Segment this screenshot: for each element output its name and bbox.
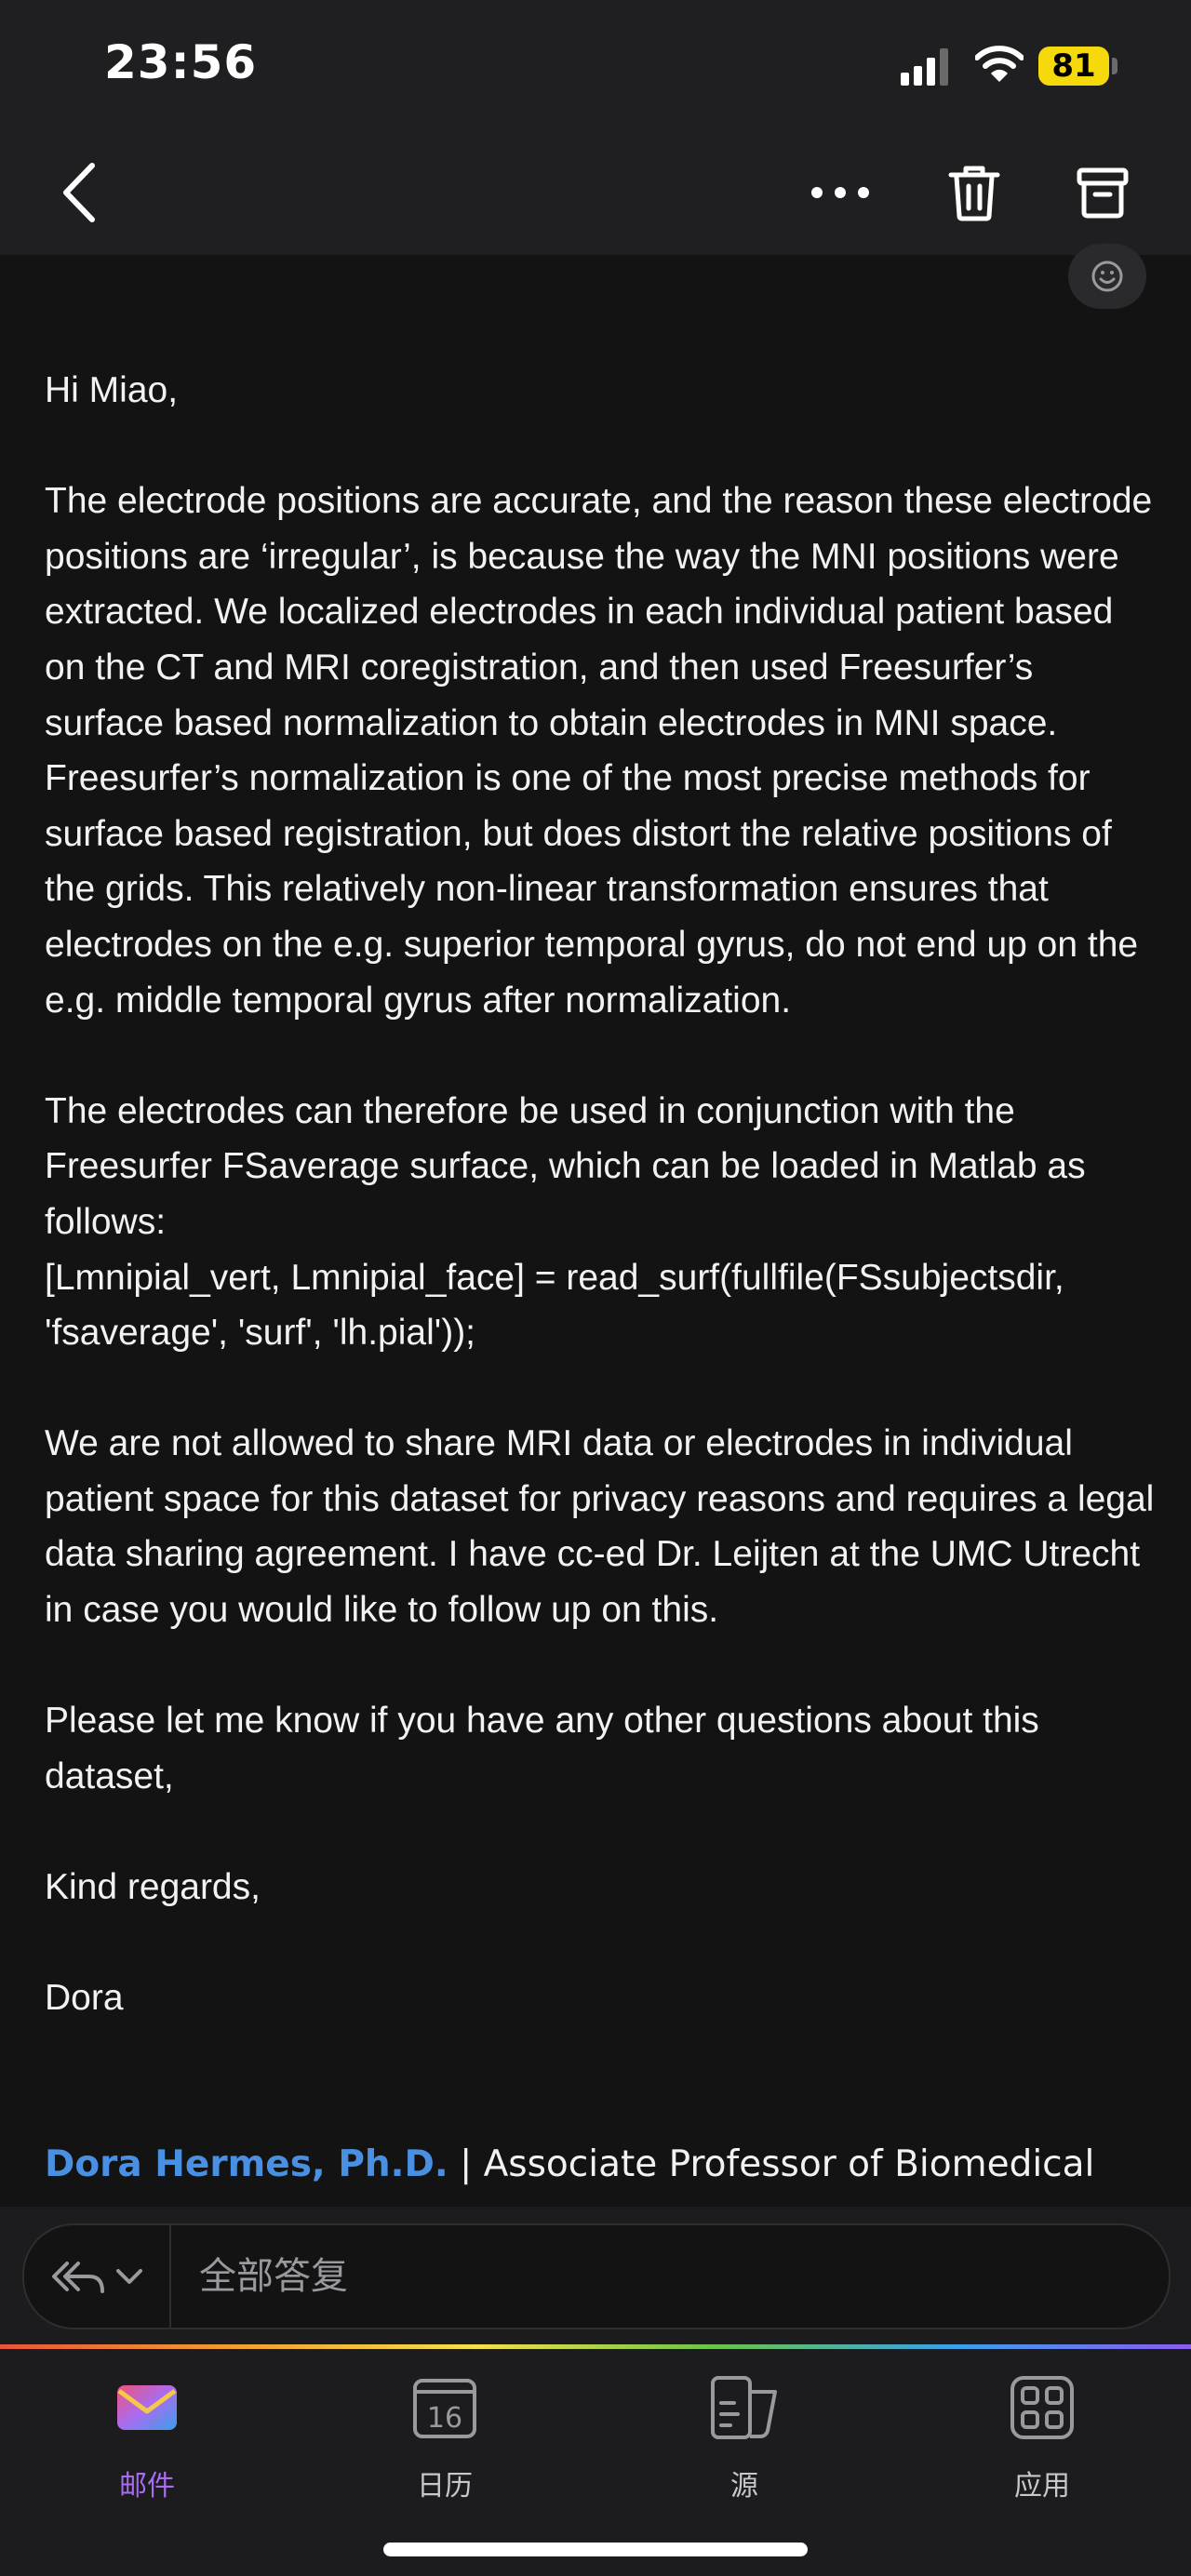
tab-feed-label: 源 xyxy=(730,2470,758,2503)
reply-all-field[interactable]: 全部答复 xyxy=(22,2223,1171,2329)
code-snippet: [Lmnipial_vert, Lmnipial_face] = read_su… xyxy=(45,1257,1064,1354)
archive-button[interactable] xyxy=(1061,151,1144,234)
add-reaction-button[interactable] xyxy=(1068,244,1146,309)
apps-icon xyxy=(1010,2376,1074,2439)
tab-apps[interactable]: 应用 xyxy=(958,2366,1126,2503)
more-icon xyxy=(811,187,869,198)
signal-icon xyxy=(901,48,951,86)
reply-all-icon xyxy=(52,2262,104,2293)
greeting: Hi Miao, xyxy=(45,370,179,410)
reply-all-label: 全部答复 xyxy=(199,2255,348,2298)
status-time: 23:56 xyxy=(104,35,258,89)
signoff: Dora xyxy=(45,1978,124,2019)
battery-cap xyxy=(1112,58,1117,74)
tab-calendar[interactable]: 16 日历 xyxy=(361,2366,529,2503)
tab-mail-label: 邮件 xyxy=(119,2470,175,2503)
smiley-icon xyxy=(1091,260,1123,292)
paragraph-3: We are not allowed to share MRI data or … xyxy=(45,1423,1155,1631)
feed-icon xyxy=(711,2376,777,2439)
reply-bar: 全部答复 xyxy=(0,2207,1191,2344)
email-toolbar xyxy=(0,130,1191,255)
tab-feed[interactable]: 源 xyxy=(661,2366,828,2503)
tab-calendar-label: 日历 xyxy=(417,2470,473,2503)
calendar-icon: 16 xyxy=(413,2379,476,2438)
closing: Kind regards, xyxy=(45,1867,261,1908)
reply-mode-selector[interactable] xyxy=(24,2225,171,2328)
signature-separator: | xyxy=(448,2143,484,2185)
wifi-icon xyxy=(975,46,1024,82)
paragraph-1: The electrode positions are accurate, an… xyxy=(45,481,1153,1021)
status-bar: 23:56 81 xyxy=(0,0,1191,130)
trash-icon xyxy=(948,166,1000,221)
mail-icon xyxy=(117,2385,177,2430)
signature-name-link[interactable]: Dora Hermes, Ph.D. xyxy=(45,2143,448,2185)
delete-button[interactable] xyxy=(932,151,1016,234)
back-icon xyxy=(63,163,95,222)
paragraph-2: The electrodes can therefore be used in … xyxy=(45,1090,1086,1242)
home-indicator[interactable] xyxy=(383,2543,808,2556)
signature-title: Associate Professor of Biomedical xyxy=(483,2143,1095,2185)
paragraph-4: Please let me know if you have any other… xyxy=(45,1701,1039,1796)
email-body: Hi Miao, The electrode positions are acc… xyxy=(45,363,1161,2081)
tab-apps-label: 应用 xyxy=(1014,2470,1070,2503)
tab-mail[interactable]: 邮件 xyxy=(63,2366,231,2503)
archive-icon xyxy=(1077,167,1129,219)
calendar-day: 16 xyxy=(427,2402,462,2435)
chevron-down-icon xyxy=(116,2269,142,2284)
more-button[interactable] xyxy=(798,151,882,234)
back-button[interactable] xyxy=(37,151,121,234)
battery-indicator: 81 xyxy=(1038,47,1109,86)
email-signature: Dora Hermes, Ph.D. | Associate Professor… xyxy=(45,2143,1094,2185)
